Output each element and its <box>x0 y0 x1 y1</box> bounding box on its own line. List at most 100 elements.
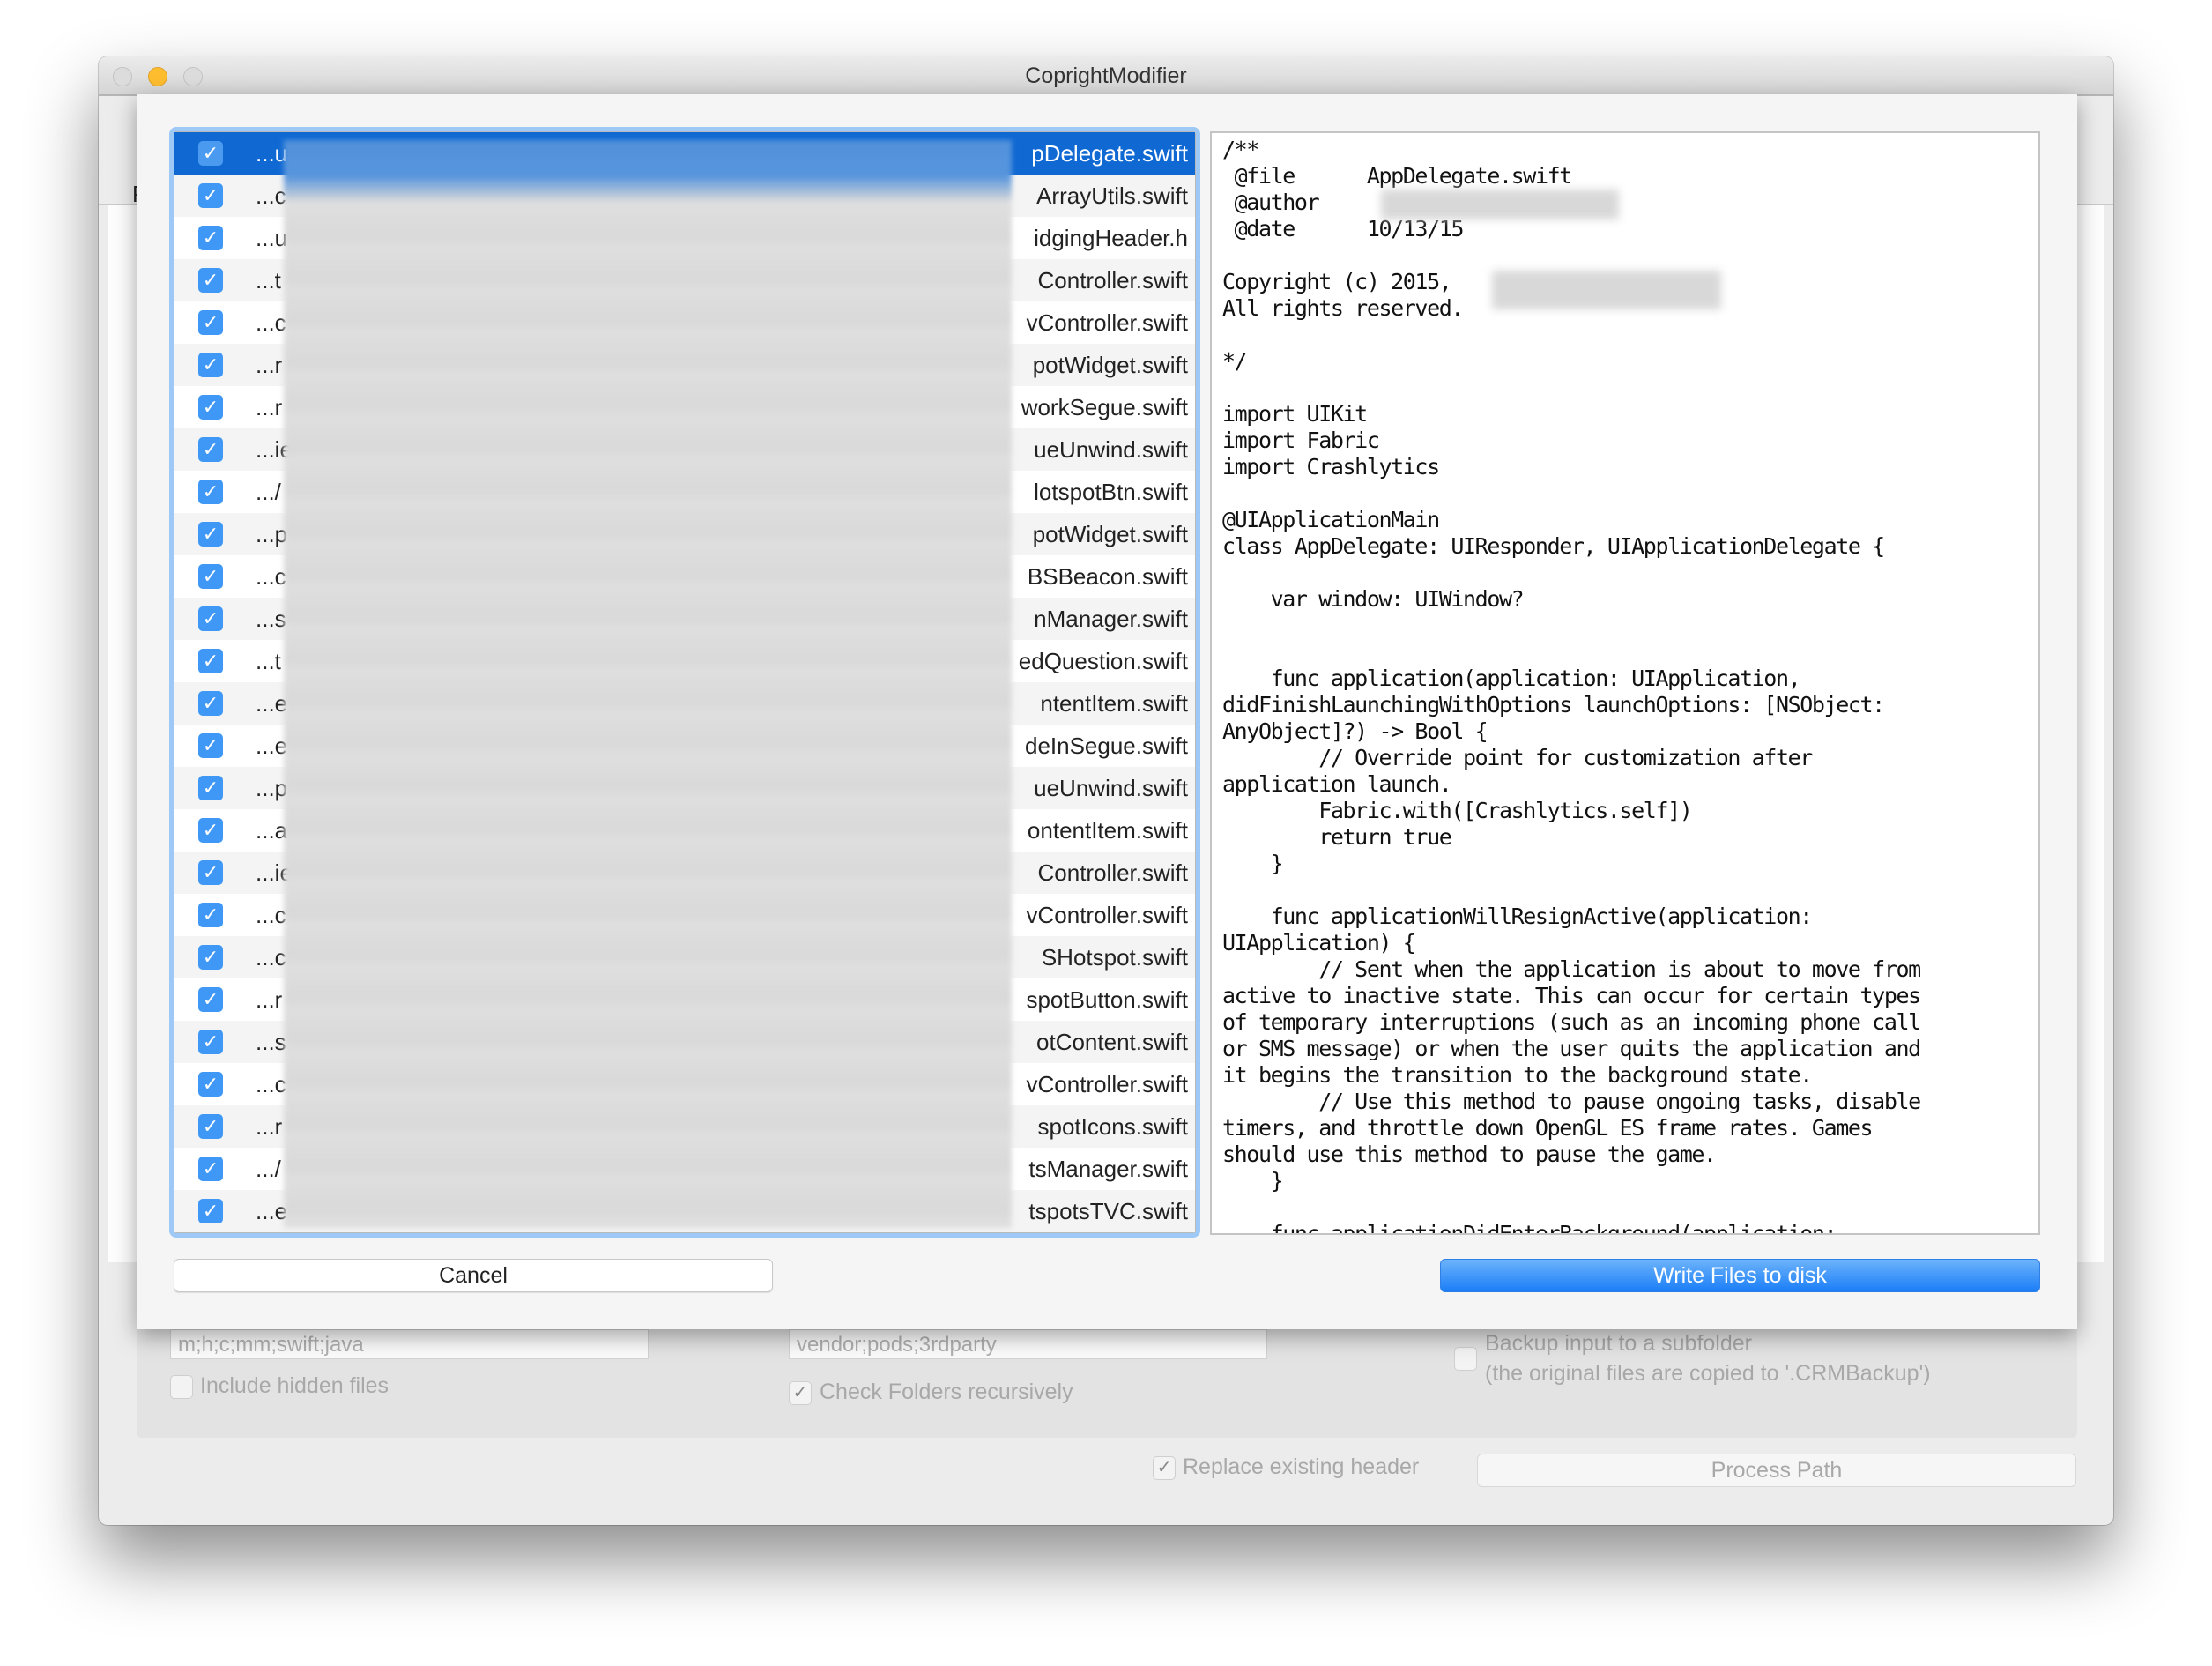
file-name-text: deInSegue.swift <box>1024 733 1188 759</box>
file-checkbox[interactable]: ✓ <box>198 564 223 589</box>
check-icon: ✓ <box>1156 1458 1172 1477</box>
file-checkbox[interactable]: ✓ <box>198 480 223 504</box>
window-title: CoprightModifier <box>1025 63 1187 88</box>
file-name: spotIcons.swift <box>1012 1113 1188 1141</box>
file-name: ueUnwind.swift <box>1012 775 1188 802</box>
file-name: potWidget.swift <box>1012 352 1188 379</box>
file-checkbox[interactable]: ✓ <box>198 522 223 547</box>
check-icon: ✓ <box>792 1383 808 1402</box>
include-hidden-checkbox[interactable] <box>170 1375 193 1399</box>
check-icon: ✓ <box>202 396 219 418</box>
file-name: spotButton.swift <box>1012 986 1188 1014</box>
check-icon: ✓ <box>202 1030 219 1052</box>
file-checkbox[interactable]: ✓ <box>198 691 223 716</box>
file-name: vController.swift <box>1012 309 1189 337</box>
cancel-button[interactable]: Cancel <box>174 1259 773 1292</box>
check-icon: ✓ <box>202 607 219 629</box>
redacted-copyright-holder <box>1492 271 1721 309</box>
exclude-folders-input[interactable]: vendor;pods;3rdparty <box>789 1329 1267 1359</box>
file-checkbox[interactable]: ✓ <box>198 649 223 673</box>
file-name: idgingHeader.h <box>1012 225 1188 252</box>
file-name: deInSegue.swift <box>1012 733 1188 760</box>
file-name-text: spotIcons.swift <box>1037 1113 1188 1140</box>
file-path-prefix: .../ <box>256 1156 281 1182</box>
file-name-text: Controller.swift <box>1037 267 1189 294</box>
file-path-prefix: ...e <box>256 1198 288 1224</box>
file-name-text: potWidget.swift <box>1032 352 1188 378</box>
file-checkbox[interactable]: ✓ <box>198 860 223 885</box>
file-name-text: lotspotBtn.swift <box>1034 479 1188 505</box>
file-name: nManager.swift <box>1012 606 1188 633</box>
file-name-text: tspotsTVC.swift <box>1028 1198 1188 1224</box>
check-icon: ✓ <box>202 988 219 1010</box>
file-name-text: workSegue.swift <box>1021 394 1188 420</box>
check-icon: ✓ <box>202 946 219 968</box>
file-checkbox[interactable]: ✓ <box>198 606 223 631</box>
check-icon: ✓ <box>202 819 219 841</box>
file-checkbox[interactable]: ✓ <box>198 776 223 800</box>
check-icon: ✓ <box>202 1157 219 1179</box>
file-name-text: pDelegate.swift <box>1031 140 1188 167</box>
file-checkbox[interactable]: ✓ <box>198 1030 223 1054</box>
file-name: Controller.swift <box>1012 859 1189 887</box>
file-checkbox[interactable]: ✓ <box>198 818 223 843</box>
file-name: ueUnwind.swift <box>1012 436 1188 464</box>
backup-label: Backup input to a subfolder <box>1485 1331 1752 1356</box>
file-path-prefix: ...c <box>256 1071 286 1097</box>
write-files-button[interactable]: Write Files to disk <box>1440 1259 2040 1292</box>
check-icon: ✓ <box>202 734 219 756</box>
check-icon: ✓ <box>202 1073 219 1095</box>
file-path-prefix: ...r <box>256 986 283 1013</box>
file-name-text: Controller.swift <box>1037 859 1189 886</box>
file-checkbox[interactable]: ✓ <box>198 226 223 250</box>
file-name: tspotsTVC.swift <box>1012 1198 1188 1225</box>
file-name: vController.swift <box>1012 902 1189 929</box>
file-name-text: tsManager.swift <box>1028 1156 1188 1182</box>
file-name: BSBeacon.swift <box>1012 563 1188 591</box>
file-path-prefix: ...r <box>256 352 283 378</box>
process-path-button[interactable]: Process Path <box>1477 1454 2076 1487</box>
code-preview[interactable]: /** @file AppDelegate.swift @author @dat… <box>1210 131 2040 1235</box>
file-name-text: potWidget.swift <box>1032 521 1188 547</box>
file-checkbox[interactable]: ✓ <box>198 1157 223 1181</box>
file-path-prefix: ...c <box>256 944 286 971</box>
file-path-prefix: ...c <box>256 309 286 336</box>
file-path-prefix: ...c <box>256 902 286 928</box>
file-checkbox[interactable]: ✓ <box>198 1072 223 1097</box>
file-checkbox[interactable]: ✓ <box>198 903 223 927</box>
file-checkbox[interactable]: ✓ <box>198 353 223 377</box>
file-checkbox[interactable]: ✓ <box>198 268 223 293</box>
backup-checkbox[interactable] <box>1454 1347 1477 1371</box>
file-name-text: otContent.swift <box>1036 1029 1188 1055</box>
replace-header-checkbox[interactable]: ✓ <box>1153 1456 1176 1480</box>
file-name-text: ArrayUtils.swift <box>1036 182 1188 209</box>
check-recursive-checkbox[interactable]: ✓ <box>789 1381 812 1405</box>
file-checkbox[interactable]: ✓ <box>198 437 223 462</box>
file-checkbox[interactable]: ✓ <box>198 183 223 208</box>
file-name: ntentItem.swift <box>1012 690 1188 718</box>
include-hidden-label: Include hidden files <box>200 1373 390 1398</box>
redacted-author <box>1381 190 1619 219</box>
file-checkbox[interactable]: ✓ <box>198 945 223 970</box>
file-path-prefix: ...e <box>256 733 288 759</box>
check-icon: ✓ <box>202 692 219 714</box>
file-name-text: idgingHeader.h <box>1034 225 1188 251</box>
file-checkbox[interactable]: ✓ <box>198 310 223 335</box>
file-name-text: nManager.swift <box>1034 606 1188 632</box>
file-checkbox[interactable]: ✓ <box>198 1114 223 1139</box>
file-checkbox[interactable]: ✓ <box>198 733 223 758</box>
file-path-prefix: ...r <box>256 394 283 420</box>
file-checkbox[interactable]: ✓ <box>198 1199 223 1223</box>
title-bar[interactable]: CoprightModifier <box>99 56 2113 96</box>
file-path-prefix: ...e <box>256 690 288 717</box>
file-name: SHotspot.swift <box>1012 944 1188 971</box>
file-name-text: BSBeacon.swift <box>1027 563 1188 590</box>
file-checkbox[interactable]: ✓ <box>198 395 223 420</box>
file-path-prefix: .../ <box>256 479 281 505</box>
check-icon: ✓ <box>202 184 219 206</box>
file-checkbox[interactable]: ✓ <box>198 987 223 1012</box>
file-name: Controller.swift <box>1012 267 1189 294</box>
file-checkbox[interactable]: ✓ <box>198 141 223 166</box>
file-path-prefix: ...t <box>256 648 281 674</box>
extensions-input[interactable]: m;h;c;mm;swift;java <box>170 1329 649 1359</box>
